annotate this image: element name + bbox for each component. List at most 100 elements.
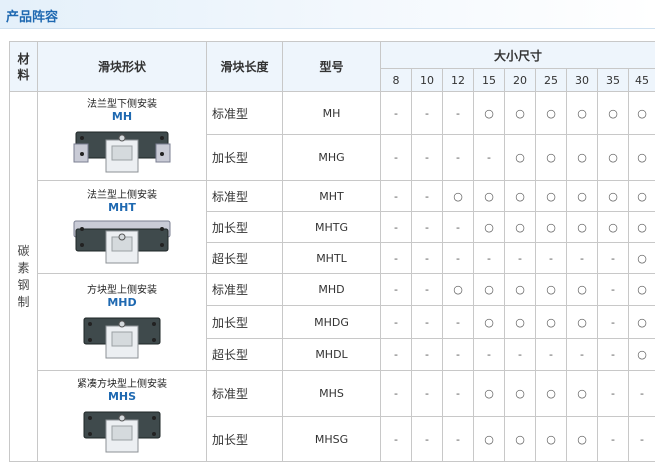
size-availability-cell: - (380, 370, 412, 417)
size-header-cell: 15 (473, 68, 505, 92)
size-availability-cell: - (442, 416, 474, 462)
compact-block-icon (72, 403, 172, 454)
size-availability-cell: ○ (535, 134, 567, 181)
flange-block-icon (72, 123, 172, 174)
model-cell: MHTG (282, 211, 381, 243)
size-availability-cell: ○ (504, 91, 536, 135)
size-availability-cell: - (442, 91, 474, 135)
size-availability-cell: - (473, 338, 505, 371)
shape-code: MHS (107, 389, 137, 403)
length-cell: 超长型 (206, 338, 283, 371)
length-cell: 加长型 (206, 305, 283, 339)
header-length: 滑块长度 (206, 41, 283, 92)
size-availability-cell: ○ (627, 91, 655, 135)
material-label: 碳素钢制 (17, 243, 30, 309)
size-availability-cell: - (411, 242, 443, 274)
size-availability-cell: - (380, 91, 412, 135)
shape-caption: 方块型上侧安装 (87, 284, 157, 296)
size-availability-cell: ○ (597, 180, 629, 212)
size-availability-cell: - (442, 370, 474, 417)
size-availability-cell: - (597, 338, 629, 371)
size-header-cell: 8 (380, 68, 412, 92)
size-availability-cell: - (411, 370, 443, 417)
size-availability-cell: - (535, 338, 567, 371)
length-cell: 加长型 (206, 211, 283, 243)
table-row: 碳素钢制 法兰型下侧安装 MH 标准型 MH - - - ○ ○ ○ ○ ○ ○ (9, 91, 655, 462)
size-availability-cell: ○ (566, 305, 598, 339)
product-lineup-table: 材料 滑块形状 滑块长度 型号 大小尺寸 8 10 12 15 20 25 30 35 45 碳… (9, 41, 655, 462)
size-availability-cell: ○ (627, 134, 655, 181)
flange-top-block-icon (72, 214, 172, 265)
lineup-body: 碳素钢制 法兰型下侧安装 MH 标准型 MH - - - ○ ○ ○ ○ ○ ○ 加长型 MHG - - - - ○ ○ ○… (9, 91, 655, 462)
size-header-cell: 35 (597, 68, 629, 92)
shape-code: MHD (107, 295, 137, 309)
model-cell: MHS (282, 370, 381, 417)
size-availability-cell: ○ (597, 91, 629, 135)
lineup-table-wrapper: 材料 滑块形状 滑块长度 型号 大小尺寸 8 10 12 15 20 25 30 35 45 碳… (9, 41, 655, 471)
size-availability-cell: - (566, 242, 598, 274)
model-cell: MH (282, 91, 381, 135)
shape-cell: 法兰型上侧安装 MHT (37, 180, 207, 274)
size-availability-cell: ○ (504, 305, 536, 339)
size-availability-cell: ○ (627, 242, 655, 274)
header-model: 型号 (282, 41, 381, 92)
size-availability-cell: ○ (566, 91, 598, 135)
size-availability-cell: ○ (442, 273, 474, 306)
size-availability-cell: ○ (535, 273, 567, 306)
size-availability-cell: ○ (535, 180, 567, 212)
shape-code: MHT (108, 200, 136, 214)
size-availability-cell: - (411, 305, 443, 339)
size-availability-cell: - (597, 305, 629, 339)
size-availability-cell: ○ (504, 180, 536, 212)
shape-caption: 紧凑方块型上侧安装 (77, 378, 167, 390)
size-availability-cell: ○ (473, 180, 505, 212)
length-cell: 标准型 (206, 273, 283, 306)
material-cell: 碳素钢制 (9, 91, 38, 462)
size-availability-cell: ○ (535, 370, 567, 417)
model-cell: MHDL (282, 338, 381, 371)
size-availability-cell: - (380, 416, 412, 462)
model-cell: MHDG (282, 305, 381, 339)
size-availability-cell: ○ (535, 416, 567, 462)
square-block-icon (72, 309, 172, 360)
shape-cell: 法兰型下侧安装 MH (37, 91, 207, 181)
length-cell: 标准型 (206, 180, 283, 212)
header-size: 大小尺寸 (379, 41, 655, 69)
shape-caption: 法兰型下侧安装 (87, 98, 157, 110)
size-availability-cell: - (597, 370, 629, 417)
model-cell: MHG (282, 134, 381, 181)
size-header-cell: 30 (566, 68, 598, 92)
size-availability-cell: - (380, 180, 412, 212)
size-availability-cell: ○ (566, 273, 598, 306)
size-availability-cell: ○ (504, 134, 536, 181)
size-availability-cell: ○ (627, 211, 655, 243)
size-availability-cell: ○ (504, 273, 536, 306)
size-availability-cell: - (380, 134, 412, 181)
size-availability-cell: - (411, 416, 443, 462)
size-availability-cell: - (411, 91, 443, 135)
size-availability-cell: ○ (473, 91, 505, 135)
length-cell: 标准型 (206, 370, 283, 417)
length-cell: 标准型 (206, 91, 283, 135)
size-availability-cell: - (535, 242, 567, 274)
section-header: 产品阵容 (0, 0, 655, 29)
shape-cell: 紧凑方块型上侧安装 MHS (37, 370, 207, 462)
header-material: 材料 (9, 41, 38, 92)
size-availability-cell: - (627, 370, 655, 417)
model-cell: MHTL (282, 242, 381, 274)
length-cell: 加长型 (206, 134, 283, 181)
table-row: 法兰型上侧安装 MHT 标准型 MHT - - ○ ○ ○ ○ ○ ○ ○ (10, 180, 655, 274)
size-availability-cell: ○ (473, 211, 505, 243)
size-header-cell: 25 (535, 68, 567, 92)
size-header-cell: 20 (504, 68, 536, 92)
size-availability-cell: ○ (627, 338, 655, 371)
size-availability-cell: ○ (535, 305, 567, 339)
header-shape: 滑块形状 (37, 41, 207, 92)
size-availability-cell: - (380, 305, 412, 339)
size-availability-cell: ○ (473, 305, 505, 339)
size-availability-cell: ○ (597, 134, 629, 181)
size-availability-cell: - (442, 211, 474, 243)
size-availability-cell: - (442, 134, 474, 181)
size-availability-cell: ○ (504, 211, 536, 243)
size-availability-cell: ○ (566, 134, 598, 181)
